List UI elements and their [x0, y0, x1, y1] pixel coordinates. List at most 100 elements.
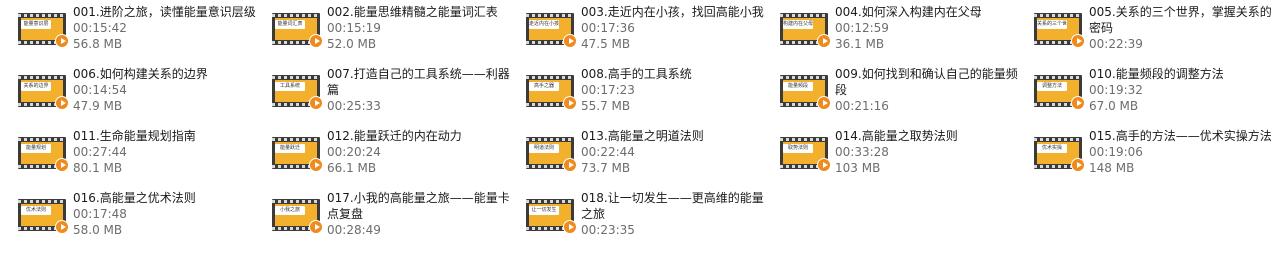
play-icon	[563, 220, 577, 234]
video-thumbnail[interactable]: 走近内在小孩	[526, 13, 577, 48]
video-file-item[interactable]: 小我之旅 017.小我的高能量之旅——能量卡点复盘 00:28:49	[272, 190, 522, 252]
file-duration: 00:17:36	[581, 21, 635, 35]
file-meta: 002.能量思维精髓之能量词汇表 00:15:19 52.0 MB	[327, 4, 517, 52]
video-file-item[interactable]: 走近内在小孩 003.走近内在小孩，找回高能小我 00:17:36 47.5 MB	[526, 4, 776, 66]
video-thumbnail[interactable]: 优术法则	[18, 199, 69, 234]
play-icon	[563, 158, 577, 172]
thumbnail-caption: 让一切发生	[529, 206, 559, 215]
file-name[interactable]: 015.高手的方法——优术实操方法	[1089, 128, 1279, 144]
video-file-item[interactable]: 关系的边界 006.如何构建关系的边界 00:14:54 47.9 MB	[18, 66, 268, 128]
play-icon	[309, 158, 323, 172]
file-name[interactable]: 001.进阶之旅，读懂能量意识层级	[73, 4, 263, 20]
thumbnail-caption: 能量跃迁	[275, 144, 305, 153]
file-grid: 能量意识层 001.进阶之旅，读懂能量意识层级 00:15:42 56.8 MB 能量词…	[0, 0, 1284, 260]
file-meta: 004.如何深入构建内在父母 00:12:59 36.1 MB	[835, 4, 1025, 52]
file-name[interactable]: 011.生命能量规划指南	[73, 128, 263, 144]
film-perforation	[18, 138, 66, 141]
video-thumbnail[interactable]: 能量频段	[780, 75, 831, 110]
file-name[interactable]: 004.如何深入构建内在父母	[835, 4, 1025, 20]
thumbnail-caption: 小我之旅	[275, 206, 305, 215]
file-name[interactable]: 005.关系的三个世界，掌握关系的密码	[1089, 4, 1279, 36]
film-perforation	[1034, 76, 1082, 79]
file-name[interactable]: 010.能量频段的调整方法	[1089, 66, 1279, 82]
play-icon	[309, 34, 323, 48]
video-thumbnail[interactable]: 高手之器	[526, 75, 577, 110]
file-size: 58.0 MB	[73, 223, 123, 237]
video-thumbnail[interactable]: 小我之旅	[272, 199, 323, 234]
video-thumbnail[interactable]: 优术实操	[1034, 137, 1085, 172]
video-file-item[interactable]: 高手之器 008.高手的工具系统 00:17:23 55.7 MB	[526, 66, 776, 128]
file-name[interactable]: 014.高能量之取势法则	[835, 128, 1025, 144]
file-name[interactable]: 018.让一切发生——更高维的能量之旅	[581, 190, 771, 222]
file-meta: 018.让一切发生——更高维的能量之旅 00:23:35	[581, 190, 771, 238]
file-name[interactable]: 008.高手的工具系统	[581, 66, 771, 82]
file-meta: 011.生命能量规划指南 00:27:44 80.1 MB	[73, 128, 263, 176]
video-thumbnail[interactable]: 能量跃迁	[272, 137, 323, 172]
file-name[interactable]: 017.小我的高能量之旅——能量卡点复盘	[327, 190, 517, 222]
video-thumbnail[interactable]: 明道法则	[526, 137, 577, 172]
video-file-item[interactable]: 取势法则 014.高能量之取势法则 00:33:28 103 MB	[780, 128, 1030, 190]
film-perforation	[526, 14, 574, 17]
file-size: 47.5 MB	[581, 37, 631, 51]
video-thumbnail[interactable]: 能量规划	[18, 137, 69, 172]
file-duration: 00:12:59	[835, 21, 889, 35]
video-file-item[interactable]: 优术实操 015.高手的方法——优术实操方法 00:19:06 148 MB	[1034, 128, 1284, 190]
video-thumbnail[interactable]: 取势法则	[780, 137, 831, 172]
film-perforation	[272, 14, 320, 17]
file-name[interactable]: 013.高能量之明道法则	[581, 128, 771, 144]
file-name[interactable]: 012.能量跃迁的内在动力	[327, 128, 517, 144]
video-file-item[interactable]: 调整方法 010.能量频段的调整方法 00:19:32 67.0 MB	[1034, 66, 1284, 128]
file-duration: 00:15:19	[327, 21, 381, 35]
thumbnail-caption: 优术法则	[21, 206, 51, 215]
video-file-item[interactable]: 能量跃迁 012.能量跃迁的内在动力 00:20:24 66.1 MB	[272, 128, 522, 190]
file-duration: 00:19:06	[1089, 145, 1143, 159]
video-file-item[interactable]: 工具系统 007.打造自己的工具系统——利器篇 00:25:33	[272, 66, 522, 128]
file-size: 55.7 MB	[581, 99, 631, 113]
video-thumbnail[interactable]: 能量词汇表	[272, 13, 323, 48]
video-file-item[interactable]: 关系的三个世界 005.关系的三个世界，掌握关系的密码00:22:39	[1034, 4, 1284, 66]
play-icon	[817, 158, 831, 172]
file-duration: 00:17:23	[581, 83, 635, 97]
film-perforation	[526, 76, 574, 79]
video-thumbnail[interactable]: 让一切发生	[526, 199, 577, 234]
film-perforation	[18, 14, 66, 17]
film-perforation	[780, 14, 828, 17]
thumbnail-caption: 关系的三个世界	[1037, 20, 1067, 29]
play-icon	[1071, 158, 1085, 172]
video-file-item[interactable]: 能量频段 009.如何找到和确认自己的能量频段 00:21:16	[780, 66, 1030, 128]
video-file-item[interactable]: 构建内在父母 004.如何深入构建内在父母 00:12:59 36.1 MB	[780, 4, 1030, 66]
thumbnail-caption: 构建内在父母	[783, 20, 813, 29]
file-name[interactable]: 009.如何找到和确认自己的能量频段	[835, 66, 1025, 98]
video-thumbnail[interactable]: 能量意识层	[18, 13, 69, 48]
file-duration: 00:27:44	[73, 145, 127, 159]
play-icon	[563, 96, 577, 110]
video-file-item[interactable]: 明道法则 013.高能量之明道法则 00:22:44 73.7 MB	[526, 128, 776, 190]
file-meta: 010.能量频段的调整方法 00:19:32 67.0 MB	[1089, 66, 1279, 114]
video-thumbnail[interactable]: 关系的边界	[18, 75, 69, 110]
play-icon	[817, 34, 831, 48]
video-file-item[interactable]: 能量词汇表 002.能量思维精髓之能量词汇表 00:15:19 52.0 MB	[272, 4, 522, 66]
video-file-item[interactable]: 让一切发生 018.让一切发生——更高维的能量之旅 00:23:35	[526, 190, 776, 252]
video-thumbnail[interactable]: 构建内在父母	[780, 13, 831, 48]
video-thumbnail[interactable]: 关系的三个世界	[1034, 13, 1085, 48]
film-perforation	[18, 200, 66, 203]
video-file-item[interactable]: 能量规划 011.生命能量规划指南 00:27:44 80.1 MB	[18, 128, 268, 190]
video-file-item[interactable]: 能量意识层 001.进阶之旅，读懂能量意识层级 00:15:42 56.8 MB	[18, 4, 268, 66]
thumbnail-caption: 明道法则	[529, 144, 559, 153]
video-thumbnail[interactable]: 调整方法	[1034, 75, 1085, 110]
thumbnail-caption: 关系的边界	[21, 82, 51, 91]
film-perforation	[18, 76, 66, 79]
film-perforation	[272, 76, 320, 79]
video-thumbnail[interactable]: 工具系统	[272, 75, 323, 110]
file-name[interactable]: 007.打造自己的工具系统——利器篇	[327, 66, 517, 98]
file-meta: 013.高能量之明道法则 00:22:44 73.7 MB	[581, 128, 771, 176]
thumbnail-caption: 走近内在小孩	[529, 20, 559, 29]
file-name[interactable]: 003.走近内在小孩，找回高能小我	[581, 4, 771, 20]
video-file-item[interactable]: 优术法则 016.高能量之优术法则 00:17:48 58.0 MB	[18, 190, 268, 252]
play-icon	[1071, 34, 1085, 48]
file-name[interactable]: 002.能量思维精髓之能量词汇表	[327, 4, 517, 20]
file-name[interactable]: 016.高能量之优术法则	[73, 190, 263, 206]
file-name[interactable]: 006.如何构建关系的边界	[73, 66, 263, 82]
file-duration: 00:22:44	[581, 145, 635, 159]
file-size: 80.1 MB	[73, 161, 123, 175]
